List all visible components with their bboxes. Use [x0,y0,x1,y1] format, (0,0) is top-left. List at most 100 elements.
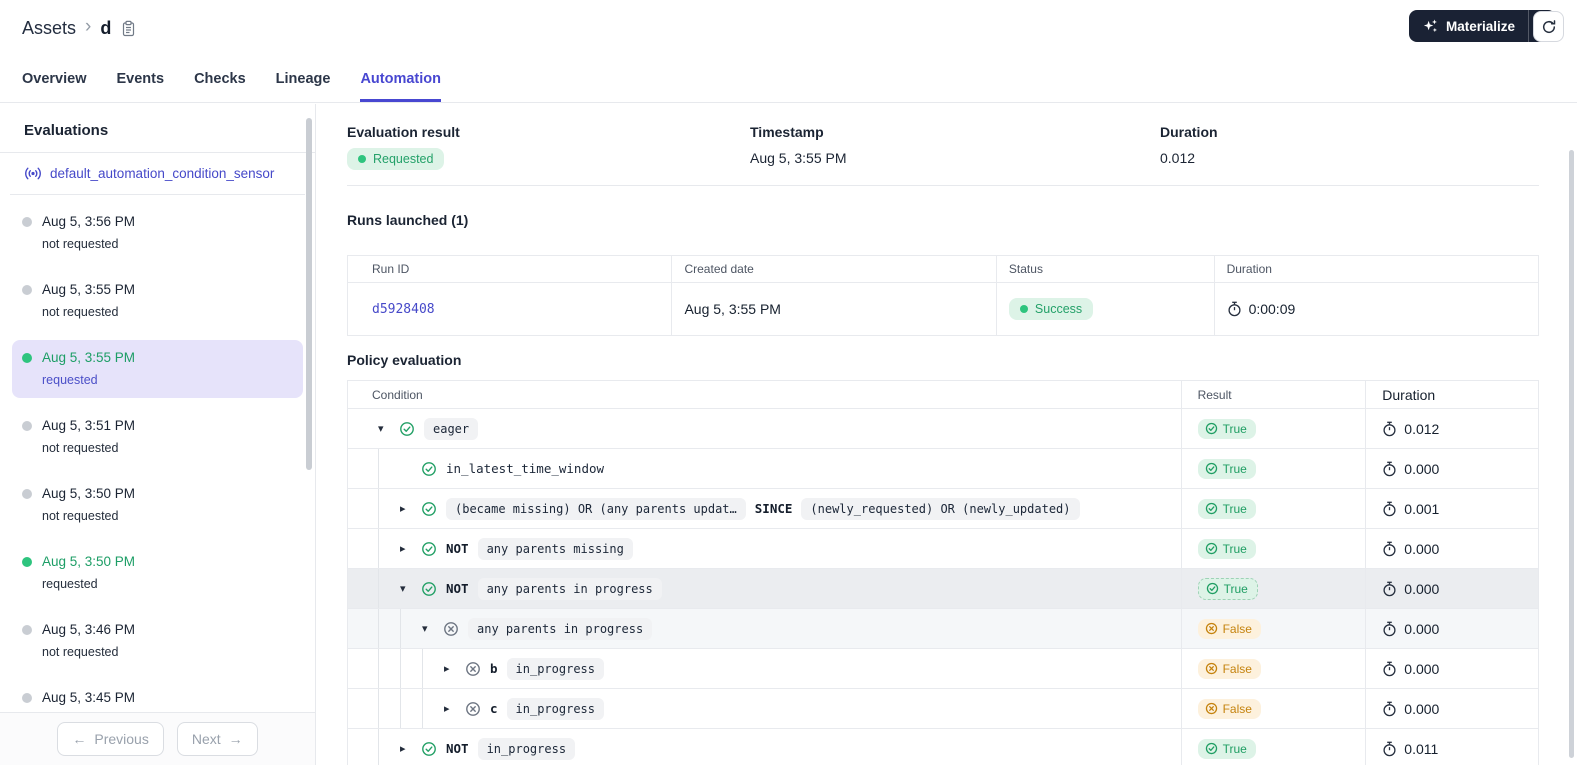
evaluation-status: not requested [42,645,119,659]
runs-table-header: Run ID Created date Status Duration [348,256,1538,282]
tab-overview[interactable]: Overview [22,56,87,102]
expand-chevron-icon[interactable]: ▸ [444,702,465,715]
condition-duration: 0.000 [1404,540,1440,557]
main-scrollbar-thumb[interactable] [1569,150,1574,758]
stopwatch-icon [1227,301,1242,317]
condition-duration: 0.001 [1404,500,1440,517]
policy-row[interactable]: ▸ NOT in_progress True 0.011 [348,728,1538,765]
asset-automation-page: Assets › d Materialize Overview Events C… [0,0,1577,765]
timestamp-label: Timestamp [750,124,824,140]
chevron-right-icon: › [85,16,92,37]
condition-duration: 0.000 [1404,460,1440,477]
stopwatch-icon [1382,701,1397,717]
arrow-right-icon: → [228,731,243,747]
evaluation-list-item[interactable]: Aug 5, 3:55 PM requested [12,340,303,398]
refresh-button[interactable] [1533,11,1564,42]
sidebar-scrollbar-thumb[interactable] [306,118,312,470]
policy-row[interactable]: ▾ eager True 0.012 [348,408,1538,448]
materialize-button[interactable]: Materialize [1409,10,1529,42]
copy-icon[interactable] [121,20,136,37]
breadcrumb: Assets › d [22,16,136,39]
policy-row[interactable]: ▸ NOT any parents missing True 0.000 [348,528,1538,568]
condition-true-icon [421,581,437,597]
not-requested-dot-icon [22,693,32,703]
result-false-badge: False [1197,658,1261,679]
result-true-badge: True [1197,577,1258,600]
policy-row[interactable]: ▾ NOT any parents in progress True 0.000 [348,568,1538,608]
stopwatch-icon [1382,421,1397,437]
evaluation-list-item[interactable]: Aug 5, 3:56 PM not requested [12,204,303,262]
indent-guide [422,689,444,728]
next-button[interactable]: Next → [176,722,258,756]
summary-divider [347,185,1539,186]
runs-col-run-id: Run ID [348,256,673,282]
condition-chip: any parents in progress [468,617,653,640]
evaluation-list-item[interactable]: Aug 5, 3:51 PM not requested [12,408,303,466]
breadcrumb-current-asset: d [100,17,112,38]
pagination-footer: ← Previous Next → [0,712,315,765]
condition-duration: 0.011 [1404,740,1439,757]
evaluation-list-item[interactable]: Aug 5, 3:55 PM not requested [12,272,303,330]
tab-events[interactable]: Events [117,56,165,102]
materialize-label: Materialize [1445,18,1515,34]
green-dot-icon [358,155,366,163]
sensor-row: default_automation_condition_sensor [10,153,305,195]
collapse-chevron-icon[interactable]: ▾ [378,422,399,435]
result-false-badge: False [1197,618,1261,639]
result-true-badge: True [1197,458,1256,479]
runs-col-status: Status [997,256,1215,282]
runs-table: Run ID Created date Status Duration d592… [347,255,1539,336]
expand-chevron-icon[interactable]: ▸ [444,662,465,675]
requested-dot-icon [22,557,32,567]
tab-checks[interactable]: Checks [194,56,246,102]
policy-table: Condition Result Duration ▾ eager True 0.01… [347,380,1539,765]
run-duration: 0:00:09 [1248,301,1296,317]
indent-guide [378,649,400,688]
evaluation-list-item[interactable]: Aug 5, 3:50 PM requested [12,544,303,602]
policy-row[interactable]: in_latest_time_window True 0.000 [348,448,1538,488]
evaluations-sidebar: Evaluations default_automation_condition… [0,104,316,765]
indent-guide [378,489,400,528]
stopwatch-icon [1382,501,1397,517]
condition-chip: in_progress [506,697,605,720]
condition-false-icon [443,621,459,637]
condition-duration: 0.012 [1404,420,1440,437]
sensor-link[interactable]: default_automation_condition_sensor [50,166,274,181]
expand-chevron-icon[interactable]: ▸ [400,742,421,755]
previous-button[interactable]: ← Previous [57,722,164,756]
tab-automation[interactable]: Automation [360,56,441,102]
evaluation-list-item[interactable]: Aug 5, 3:46 PM not requested [12,612,303,670]
evaluation-status: requested [42,373,98,387]
evaluation-status: requested [42,577,98,591]
expand-chevron-icon[interactable]: ▸ [400,502,421,515]
run-row[interactable]: d5928408 Aug 5, 3:55 PM Success 0:00:09 [348,282,1538,335]
collapse-chevron-icon[interactable]: ▾ [422,622,443,635]
policy-evaluation-title: Policy evaluation [347,352,462,368]
condition-keyword: NOT [446,741,469,756]
evaluation-time: Aug 5, 3:50 PM [42,554,136,569]
policy-row[interactable]: ▸ b in_progress False 0.000 [348,648,1538,688]
result-false-badge: False [1197,698,1261,719]
condition-chip: eager [424,417,479,440]
evaluation-status: not requested [42,441,119,455]
policy-row[interactable]: ▸ c in_progress False 0.000 [348,688,1538,728]
top-bar: Assets › d Materialize [0,0,1577,56]
runs-col-created-date: Created date [672,256,997,282]
policy-row[interactable]: ▸ (became missing) OR (any parents updat…… [348,488,1538,528]
condition-chip: (became missing) OR (any parents updat… [446,497,746,520]
evaluation-status: not requested [42,237,119,251]
collapse-chevron-icon[interactable]: ▾ [400,582,421,595]
expand-chevron-icon[interactable]: ▸ [400,542,421,555]
evaluation-time: Aug 5, 3:55 PM [42,350,136,365]
run-id-link[interactable]: d5928408 [372,302,435,317]
condition-false-icon [465,701,481,717]
tab-lineage[interactable]: Lineage [276,56,331,102]
evaluation-list-item[interactable]: Aug 5, 3:50 PM not requested [12,476,303,534]
not-requested-dot-icon [22,285,32,295]
breadcrumb-assets-link[interactable]: Assets [22,18,76,39]
condition-keyword: b [490,661,498,676]
evaluation-summary: Evaluation result Requested Timestamp Au… [347,104,1577,185]
timestamp-value: Aug 5, 3:55 PM [750,150,847,166]
evaluation-time: Aug 5, 3:51 PM [42,418,136,433]
policy-row[interactable]: ▾ any parents in progress False 0.000 [348,608,1538,648]
